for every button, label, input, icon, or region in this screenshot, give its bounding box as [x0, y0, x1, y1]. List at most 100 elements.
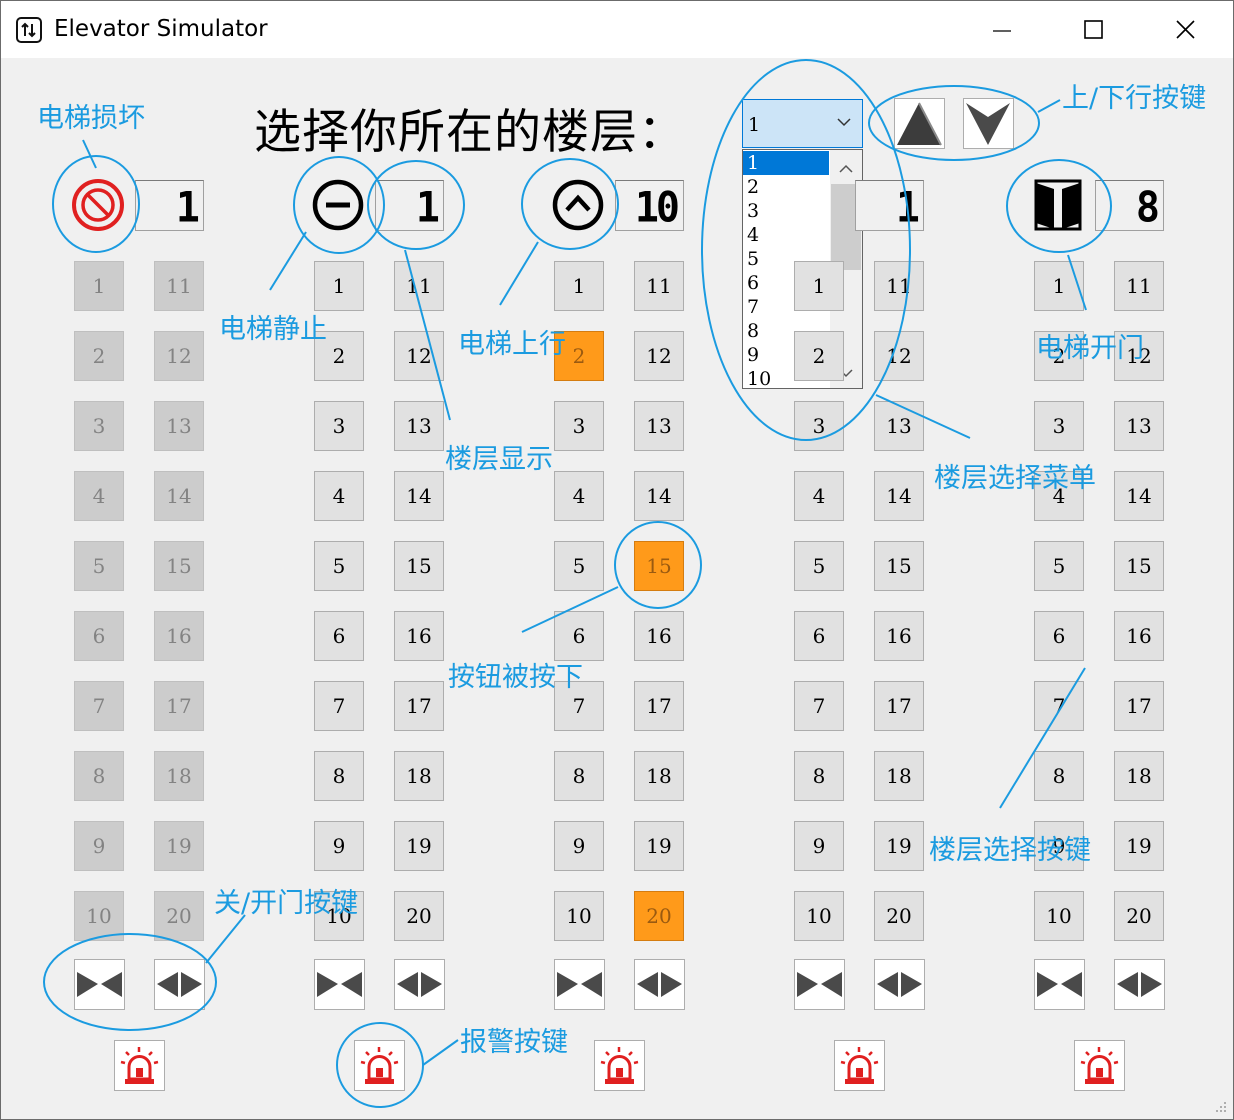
- floor-button[interactable]: 17: [634, 681, 684, 731]
- floor-button[interactable]: 19: [874, 821, 924, 871]
- floor-button[interactable]: 5: [314, 541, 364, 591]
- door-close-button[interactable]: [1034, 959, 1085, 1010]
- floor-button[interactable]: 8: [554, 751, 604, 801]
- floor-button[interactable]: 15: [634, 541, 684, 591]
- floor-button[interactable]: 14: [1114, 471, 1164, 521]
- floor-button[interactable]: 16: [1114, 611, 1164, 661]
- floor-button[interactable]: 8: [1034, 751, 1084, 801]
- floor-button[interactable]: 15: [154, 541, 204, 591]
- up-button[interactable]: [894, 98, 945, 149]
- floor-button[interactable]: 8: [74, 751, 124, 801]
- floor-button[interactable]: 6: [314, 611, 364, 661]
- door-open-button[interactable]: [1114, 959, 1165, 1010]
- floor-button[interactable]: 1: [794, 261, 844, 311]
- floor-button[interactable]: 9: [314, 821, 364, 871]
- floor-button[interactable]: 13: [154, 401, 204, 451]
- floor-button[interactable]: 9: [554, 821, 604, 871]
- floor-button[interactable]: 20: [1114, 891, 1164, 941]
- floor-button[interactable]: 18: [1114, 751, 1164, 801]
- floor-button[interactable]: 3: [1034, 401, 1084, 451]
- floor-select[interactable]: 1: [742, 99, 863, 148]
- floor-button[interactable]: 9: [74, 821, 124, 871]
- floor-button[interactable]: 19: [154, 821, 204, 871]
- floor-button[interactable]: 18: [154, 751, 204, 801]
- floor-button[interactable]: 13: [1114, 401, 1164, 451]
- floor-button[interactable]: 11: [874, 261, 924, 311]
- floor-button[interactable]: 20: [634, 891, 684, 941]
- floor-button[interactable]: 20: [874, 891, 924, 941]
- floor-button[interactable]: 17: [874, 681, 924, 731]
- floor-button[interactable]: 19: [394, 821, 444, 871]
- alarm-button[interactable]: [1074, 1040, 1125, 1091]
- floor-button[interactable]: 14: [154, 471, 204, 521]
- floor-button[interactable]: 15: [874, 541, 924, 591]
- floor-button[interactable]: 7: [1034, 681, 1084, 731]
- floor-option[interactable]: 3: [743, 199, 829, 223]
- alarm-button[interactable]: [594, 1040, 645, 1091]
- floor-button[interactable]: 10: [794, 891, 844, 941]
- floor-option[interactable]: 2: [743, 175, 829, 199]
- resize-grip-icon[interactable]: [1215, 1101, 1227, 1113]
- floor-button[interactable]: 9: [794, 821, 844, 871]
- floor-button[interactable]: 16: [394, 611, 444, 661]
- floor-button[interactable]: 10: [74, 891, 124, 941]
- floor-button[interactable]: 7: [74, 681, 124, 731]
- floor-button[interactable]: 5: [1034, 541, 1084, 591]
- floor-button[interactable]: 3: [314, 401, 364, 451]
- floor-button[interactable]: 8: [794, 751, 844, 801]
- door-close-button[interactable]: [794, 959, 845, 1010]
- floor-button[interactable]: 3: [74, 401, 124, 451]
- floor-button[interactable]: 5: [554, 541, 604, 591]
- floor-button[interactable]: 12: [154, 331, 204, 381]
- door-close-button[interactable]: [554, 959, 605, 1010]
- floor-button[interactable]: 20: [394, 891, 444, 941]
- floor-button[interactable]: 15: [1114, 541, 1164, 591]
- alarm-button[interactable]: [354, 1040, 405, 1091]
- floor-button[interactable]: 17: [154, 681, 204, 731]
- floor-button[interactable]: 5: [794, 541, 844, 591]
- floor-button[interactable]: 12: [874, 331, 924, 381]
- floor-button[interactable]: 2: [794, 331, 844, 381]
- floor-button[interactable]: 14: [634, 471, 684, 521]
- floor-button[interactable]: 10: [1034, 891, 1084, 941]
- floor-button[interactable]: 4: [74, 471, 124, 521]
- floor-button[interactable]: 6: [74, 611, 124, 661]
- floor-button[interactable]: 11: [154, 261, 204, 311]
- floor-button[interactable]: 6: [794, 611, 844, 661]
- floor-button[interactable]: 18: [394, 751, 444, 801]
- close-button[interactable]: [1163, 13, 1209, 47]
- floor-button[interactable]: 10: [554, 891, 604, 941]
- floor-button[interactable]: 8: [314, 751, 364, 801]
- floor-button[interactable]: 16: [874, 611, 924, 661]
- floor-button[interactable]: 18: [634, 751, 684, 801]
- floor-button[interactable]: 1: [1034, 261, 1084, 311]
- floor-button[interactable]: 7: [314, 681, 364, 731]
- floor-button[interactable]: 18: [874, 751, 924, 801]
- maximize-button[interactable]: [1070, 13, 1116, 47]
- door-open-button[interactable]: [394, 959, 445, 1010]
- door-close-button[interactable]: [74, 959, 125, 1010]
- floor-button[interactable]: 11: [634, 261, 684, 311]
- floor-button[interactable]: 4: [554, 471, 604, 521]
- floor-button[interactable]: 1: [74, 261, 124, 311]
- floor-button[interactable]: 19: [1114, 821, 1164, 871]
- floor-button[interactable]: 16: [634, 611, 684, 661]
- floor-button[interactable]: 16: [154, 611, 204, 661]
- floor-button[interactable]: 14: [874, 471, 924, 521]
- floor-button[interactable]: 4: [794, 471, 844, 521]
- floor-option[interactable]: 1: [743, 151, 829, 175]
- floor-button[interactable]: 17: [1114, 681, 1164, 731]
- floor-button[interactable]: 3: [794, 401, 844, 451]
- door-open-button[interactable]: [154, 959, 205, 1010]
- door-open-button[interactable]: [634, 959, 685, 1010]
- floor-button[interactable]: 12: [394, 331, 444, 381]
- floor-button[interactable]: 4: [314, 471, 364, 521]
- alarm-button[interactable]: [114, 1040, 165, 1091]
- floor-button[interactable]: 7: [794, 681, 844, 731]
- floor-button[interactable]: 14: [394, 471, 444, 521]
- floor-button[interactable]: 1: [554, 261, 604, 311]
- floor-button[interactable]: 11: [394, 261, 444, 311]
- floor-button[interactable]: 3: [554, 401, 604, 451]
- door-open-button[interactable]: [874, 959, 925, 1010]
- floor-button[interactable]: 1: [314, 261, 364, 311]
